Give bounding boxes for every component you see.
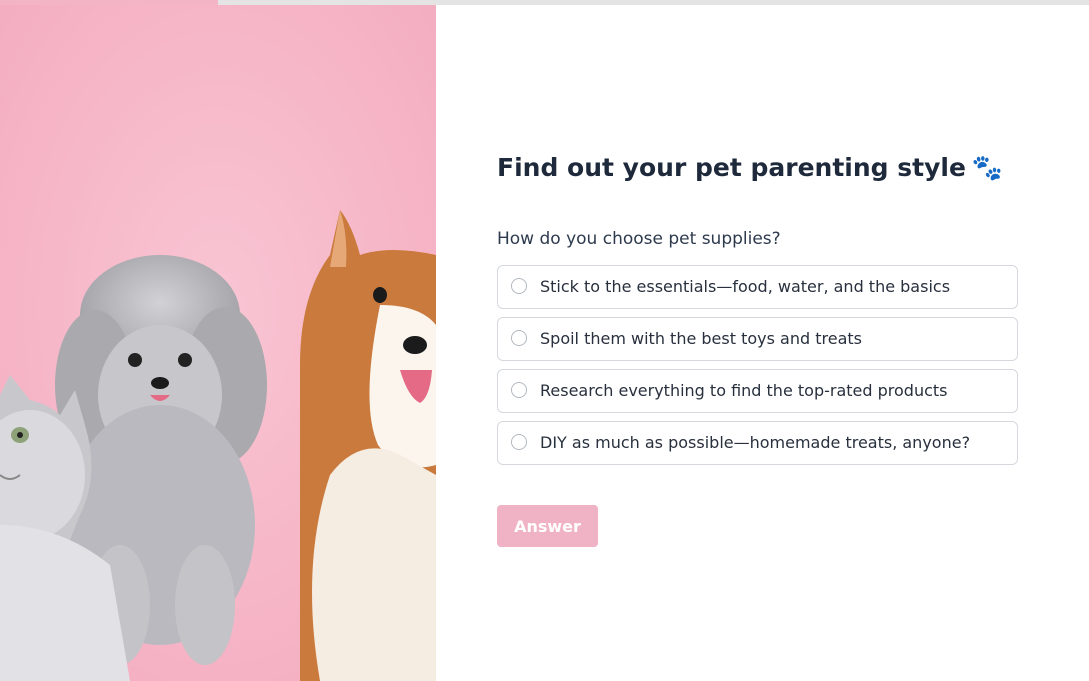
question-text: How do you choose pet supplies? xyxy=(497,229,781,249)
radio-button[interactable] xyxy=(511,434,527,450)
answer-option-label: Research everything to find the top-rate… xyxy=(540,381,948,400)
quiz-title-text: Find out your pet parenting style xyxy=(497,153,966,182)
answer-option-spoil[interactable]: Spoil them with the best toys and treats xyxy=(497,317,1018,361)
answer-option-label: Stick to the essentials—food, water, and… xyxy=(540,277,951,296)
answer-option-essentials[interactable]: Stick to the essentials—food, water, and… xyxy=(497,265,1018,309)
answer-option-label: DIY as much as possible—homemade treats,… xyxy=(540,433,971,452)
quiz-panel: Find out your pet parenting style 🐾 How d… xyxy=(497,148,1018,547)
hero-pet-photo xyxy=(0,5,436,681)
answer-option-research[interactable]: Research everything to find the top-rate… xyxy=(497,369,1018,413)
radio-button[interactable] xyxy=(511,278,527,294)
answer-options: Stick to the essentials—food, water, and… xyxy=(497,265,1018,473)
answer-option-label: Spoil them with the best toys and treats xyxy=(540,329,862,348)
radio-button[interactable] xyxy=(511,330,527,346)
radio-button[interactable] xyxy=(511,382,527,398)
pets-illustration xyxy=(0,5,436,681)
answer-button[interactable]: Answer xyxy=(497,505,598,547)
answer-option-diy[interactable]: DIY as much as possible—homemade treats,… xyxy=(497,421,1018,465)
paw-prints-icon: 🐾 xyxy=(971,153,1004,182)
quiz-title: Find out your pet parenting style 🐾 xyxy=(497,148,1018,188)
corgi-dog xyxy=(300,210,436,681)
